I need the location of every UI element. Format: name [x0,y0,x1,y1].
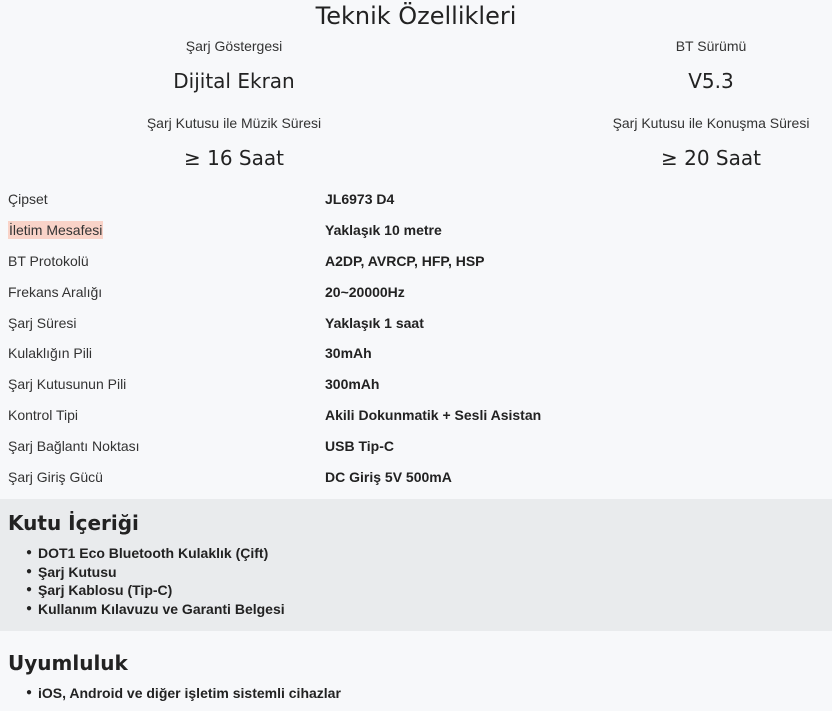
list-item: ● DOT1 Eco Bluetooth Kulaklık (Çift) [22,544,285,563]
spec-row: Şarj Kutusunun Pili 300mAh [0,369,832,400]
spec-table: Çipset JL6973 D4 İletim Mesafesi Yaklaşı… [0,184,832,493]
spec-value: 300mAh [325,376,380,393]
spec-row: Şarj Bağlantı Noktası USB Tip-C [0,431,832,462]
list-item-text: Şarj Kutusu [38,563,117,580]
bullet-icon: ● [26,584,33,596]
spec-value: JL6973 D4 [325,191,395,207]
compatibility-list: ● iOS, Android ve diğer işletim sistemli … [22,684,341,703]
spec-key: BT Protokolü [8,252,89,269]
list-item-text: Kullanım Kılavuzu ve Garanti Belgesi [38,601,285,618]
list-item-text: DOT1 Eco Bluetooth Kulaklık (Çift) [38,545,269,561]
spec-row: Frekans Aralığı 20~20000Hz [0,277,832,308]
spec-key: Şarj Süresi [8,314,77,331]
section-title: Kutu İçeriği [8,511,139,535]
bullet-icon: ● [26,565,33,577]
highlight-value: Dijital Ekran [173,69,295,93]
list-item: ● iOS, Android ve diğer işletim sistemli … [22,684,341,703]
spec-value: 20~20000Hz [325,283,405,300]
box-contents-section: Kutu İçeriği ● DOT1 Eco Bluetooth Kulaklı… [0,499,832,631]
spec-row: Şarj Süresi Yaklaşık 1 saat [0,308,832,339]
list-item: ● Şarj Kutusu [22,563,285,582]
spec-row: Kulaklığın Pili 30mAh [0,338,832,369]
spec-value: DC Giriş 5V 500mA [325,469,452,486]
spec-row: Çipset JL6973 D4 [0,184,832,215]
spec-row: Şarj Giriş Gücü DC Giriş 5V 500mA [0,462,832,493]
box-contents-list: ● DOT1 Eco Bluetooth Kulaklık (Çift) ● Şar… [22,544,285,619]
spec-key: Frekans Aralığı [8,283,103,300]
highlight-label: BT Sürümü [675,38,747,54]
spec-row: BT Protokolü A2DP, AVRCP, HFP, HSP [0,246,832,277]
list-item-text: iOS, Android ve diğer işletim sistemli c… [38,685,341,701]
compatibility-section: Uyumluluk ● iOS, Android ve diğer işletim… [0,640,832,711]
spec-value: USB Tip-C [325,438,394,455]
bullet-icon: ● [26,687,33,698]
highlight-value: ≥ 16 Saat [184,146,284,170]
spec-key: Kontrol Tipi [8,407,79,424]
highlight-label: Şarj Kutusu ile Konuşma Süresi [612,115,810,131]
highlight-value: ≥ 20 Saat [661,146,761,170]
spec-row: Kontrol Tipi Akili Dokunmatik + Sesli As… [0,400,832,431]
spec-value: Akili Dokunmatik + Sesli Asistan [325,407,542,424]
section-title: Uyumluluk [8,651,128,675]
page-title: Teknik Özellikleri [315,2,517,30]
spec-value: Yaklaşık 10 metre [325,221,442,238]
spec-key: Çipset [8,191,48,207]
spec-key: Şarj Giriş Gücü [8,469,103,486]
highlight-label: Şarj Göstergesi [185,38,283,54]
spec-key: Kulaklığın Pili [8,345,93,362]
spec-key: Şarj Kutusunun Pili [8,376,127,393]
spec-value: A2DP, AVRCP, HFP, HSP [325,252,485,269]
bullet-icon: ● [26,547,33,558]
list-item-text: Şarj Kablosu (Tip-C) [38,582,173,599]
spec-key-highlighted: İletim Mesafesi [8,220,104,239]
bullet-icon: ● [26,603,33,615]
spec-key: Şarj Bağlantı Noktası [8,438,140,455]
highlight-value: V5.3 [688,69,734,93]
list-item: ● Kullanım Kılavuzu ve Garanti Belgesi [22,600,285,619]
spec-value: 30mAh [325,345,372,362]
highlight-label: Şarj Kutusu ile Müzik Süresi [146,115,322,131]
list-item: ● Şarj Kablosu (Tip-C) [22,581,285,600]
spec-value: Yaklaşık 1 saat [325,314,424,331]
spec-row: İletim Mesafesi Yaklaşık 10 metre [0,215,832,246]
